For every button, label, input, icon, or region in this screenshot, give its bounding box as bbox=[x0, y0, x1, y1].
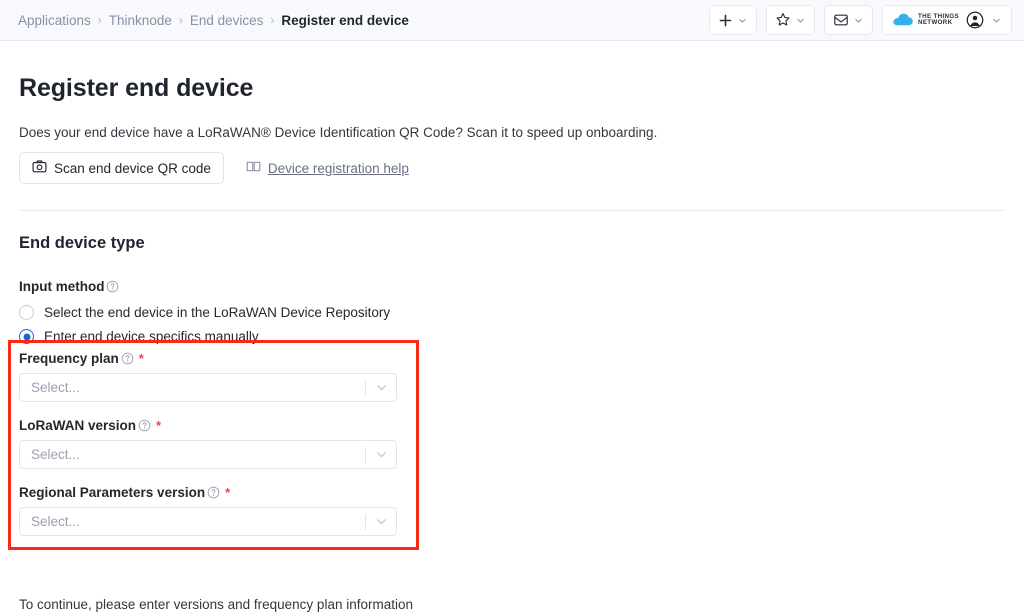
section-divider bbox=[19, 210, 1005, 211]
lorawan-version-select[interactable]: Select... bbox=[19, 440, 397, 469]
inbox-icon bbox=[833, 12, 849, 28]
breadcrumb-item-register-end-device: Register end device bbox=[281, 13, 409, 28]
chevron-down-icon bbox=[991, 15, 1002, 26]
regional-parameters-version-label-text: Regional Parameters version bbox=[19, 485, 205, 500]
device-registration-help-label: Device registration help bbox=[268, 161, 409, 176]
breadcrumb-separator: › bbox=[98, 14, 102, 26]
cloud-icon bbox=[892, 13, 914, 27]
chevron-down-icon bbox=[737, 15, 748, 26]
account-menu-button[interactable]: THE THINGS NETWORK bbox=[882, 5, 1012, 35]
radio-option-label: Select the end device in the LoRaWAN Dev… bbox=[44, 305, 390, 320]
select-controls bbox=[365, 441, 396, 468]
chevron-down-icon[interactable] bbox=[366, 514, 396, 529]
frequency-plan-select[interactable]: Select... bbox=[19, 373, 397, 402]
input-method-label: Input method bbox=[19, 279, 1024, 294]
field-frequency-plan: Frequency plan * Select... bbox=[19, 351, 1024, 402]
radio-option-manual[interactable]: Enter end device specifics manually bbox=[19, 329, 1024, 344]
radio-button[interactable] bbox=[19, 329, 34, 344]
frequency-plan-label-text: Frequency plan bbox=[19, 351, 119, 366]
form-footnote: To continue, please enter versions and f… bbox=[19, 597, 413, 612]
frequency-plan-label: Frequency plan * bbox=[19, 351, 1024, 366]
the-things-network-logo: THE THINGS NETWORK bbox=[892, 13, 959, 27]
radio-option-device-repository[interactable]: Select the end device in the LoRaWAN Dev… bbox=[19, 305, 1024, 320]
section-title-end-device-type: End device type bbox=[19, 234, 1024, 253]
select-controls bbox=[365, 374, 396, 401]
required-marker: * bbox=[139, 351, 144, 366]
breadcrumb-item-applications[interactable]: Applications bbox=[18, 13, 91, 28]
field-lorawan-version: LoRaWAN version * Select... bbox=[19, 418, 1024, 469]
device-settings-form: Frequency plan * Select... bbox=[0, 351, 1024, 536]
radio-option-label: Enter end device specifics manually bbox=[44, 329, 259, 344]
notifications-button[interactable] bbox=[824, 5, 873, 35]
question-circle-icon[interactable] bbox=[106, 280, 119, 293]
breadcrumb-separator: › bbox=[179, 14, 183, 26]
main-content: Register end device Does your end device… bbox=[0, 41, 1024, 344]
book-icon bbox=[246, 159, 261, 177]
camera-icon bbox=[32, 159, 47, 177]
radio-button[interactable] bbox=[19, 305, 34, 320]
device-registration-help-link[interactable]: Device registration help bbox=[246, 159, 409, 177]
frequency-plan-placeholder: Select... bbox=[20, 380, 80, 395]
user-avatar-icon bbox=[966, 11, 984, 29]
lorawan-version-label: LoRaWAN version * bbox=[19, 418, 1024, 433]
breadcrumb: Applications › Thinknode › End devices ›… bbox=[18, 13, 409, 28]
required-marker: * bbox=[156, 418, 161, 433]
qr-description: Does your end device have a LoRaWAN® Dev… bbox=[19, 125, 1024, 140]
plus-icon bbox=[718, 13, 733, 28]
top-header-bar: Applications › Thinknode › End devices ›… bbox=[0, 0, 1024, 41]
field-regional-parameters-version: Regional Parameters version * Select... bbox=[19, 485, 1024, 536]
scan-qr-code-label: Scan end device QR code bbox=[54, 161, 211, 176]
add-button[interactable] bbox=[709, 5, 757, 35]
scan-qr-code-button[interactable]: Scan end device QR code bbox=[19, 152, 224, 184]
regional-parameters-version-label: Regional Parameters version * bbox=[19, 485, 1024, 500]
star-icon bbox=[775, 12, 791, 28]
question-circle-icon[interactable] bbox=[207, 486, 220, 499]
required-marker: * bbox=[225, 485, 230, 500]
regional-parameters-version-placeholder: Select... bbox=[20, 514, 80, 529]
chevron-down-icon bbox=[853, 15, 864, 26]
breadcrumb-separator: › bbox=[270, 14, 274, 26]
select-controls bbox=[365, 508, 396, 535]
chevron-down-icon[interactable] bbox=[366, 447, 396, 462]
header-actions: THE THINGS NETWORK bbox=[709, 5, 1012, 35]
bookmarks-button[interactable] bbox=[766, 5, 815, 35]
chevron-down-icon[interactable] bbox=[366, 380, 396, 395]
breadcrumb-item-thinknode[interactable]: Thinknode bbox=[109, 13, 172, 28]
lorawan-version-placeholder: Select... bbox=[20, 447, 80, 462]
regional-parameters-version-select[interactable]: Select... bbox=[19, 507, 397, 536]
qr-actions-row: Scan end device QR code Device registrat… bbox=[19, 152, 1024, 184]
chevron-down-icon bbox=[795, 15, 806, 26]
page-title: Register end device bbox=[19, 74, 1024, 103]
question-circle-icon[interactable] bbox=[138, 419, 151, 432]
lorawan-version-label-text: LoRaWAN version bbox=[19, 418, 136, 433]
question-circle-icon[interactable] bbox=[121, 352, 134, 365]
brand-line-2: NETWORK bbox=[918, 20, 959, 26]
breadcrumb-item-end-devices[interactable]: End devices bbox=[190, 13, 264, 28]
input-method-label-text: Input method bbox=[19, 279, 104, 294]
brand-wordmark: THE THINGS NETWORK bbox=[918, 14, 959, 26]
